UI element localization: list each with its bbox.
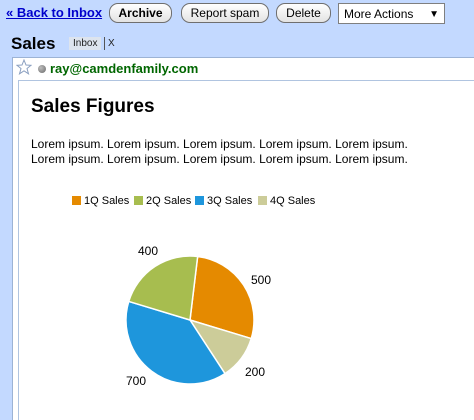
message-heading: Sales Figures [31,96,155,117]
delete-button[interactable]: Delete [276,3,331,23]
subject-bar: Sales Inbox X [0,28,474,58]
legend-swatch [195,196,204,205]
legend-swatch [258,196,267,205]
legend-item-1q: 1Q Sales [72,194,129,208]
remove-label-button[interactable]: X [108,37,115,50]
more-actions-value: More Actions [344,7,414,21]
star-icon[interactable] [16,59,32,75]
paragraph-line: Lorem ipsum. Lorem ipsum. Lorem ipsum. L… [31,137,408,151]
legend-label: 2Q Sales [146,195,192,207]
paragraph-line: Lorem ipsum. Lorem ipsum. Lorem ipsum. L… [31,152,408,166]
legend-swatch [72,196,81,205]
sender-address[interactable]: ray@camdenfamily.com [50,61,198,76]
legend-swatch [134,196,143,205]
inbox-label[interactable]: Inbox [69,37,102,50]
legend-item-2q: 2Q Sales [134,194,191,208]
legend-label: 4Q Sales [270,195,316,207]
report-spam-button[interactable]: Report spam [181,3,269,23]
legend-label: 1Q Sales [84,195,130,207]
action-toolbar: « Back to Inbox Archive Report spam Dele… [0,0,474,28]
conversation-subject: Sales [11,34,56,53]
pie-value-label-2q: 400 [138,244,159,258]
label-divider [104,37,105,50]
back-to-inbox-link[interactable]: « Back to Inbox [6,5,102,20]
archive-button[interactable]: Archive [109,3,172,23]
pie-value-label-1q: 500 [251,273,272,287]
presence-status-icon [38,65,46,73]
legend-label: 3Q Sales [207,195,253,207]
dropdown-arrow-icon: ▼ [429,9,439,20]
legend-item-3q: 3Q Sales [195,194,252,208]
more-actions-select[interactable]: More Actions ▼ [338,3,445,24]
pie-value-label-3q: 700 [126,374,147,388]
pie-value-label-4q: 200 [245,365,266,379]
legend-item-4q: 4Q Sales [258,194,315,208]
